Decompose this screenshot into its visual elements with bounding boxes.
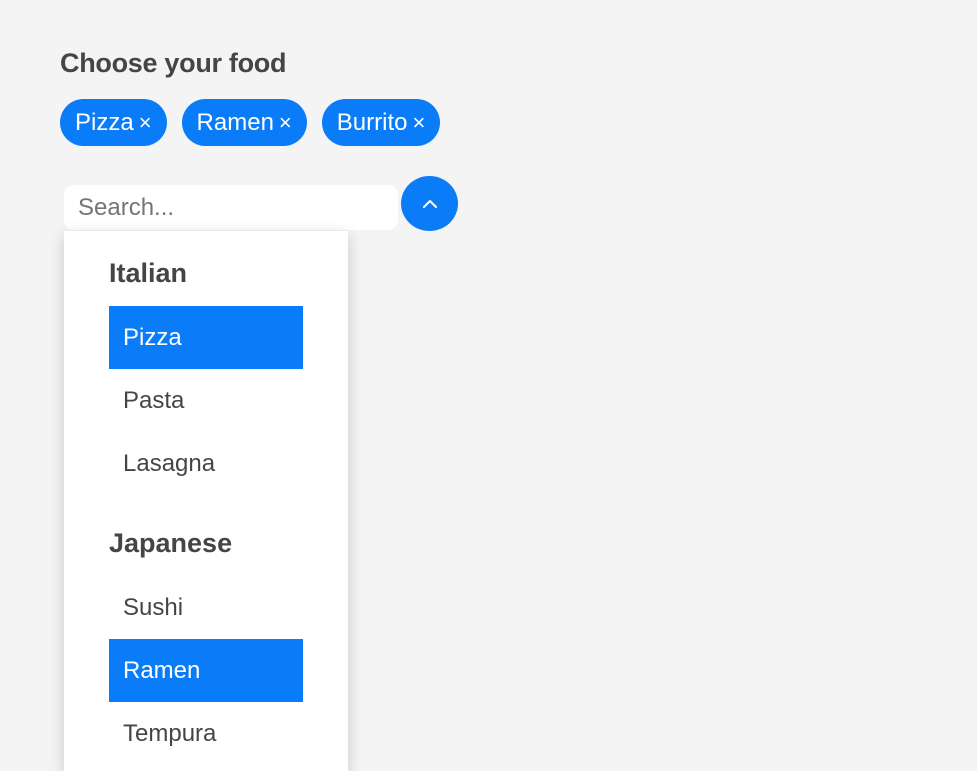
option-ramen[interactable]: Ramen [109, 639, 303, 702]
dropdown-menu: Italian Pizza Pasta Lasagna Japanese Sus… [64, 231, 348, 771]
group-title-japanese: Japanese [109, 528, 233, 558]
chevron-up-icon [422, 199, 437, 208]
chip-pizza: Pizza × [60, 99, 167, 146]
dropdown-toggle-button[interactable] [401, 176, 458, 231]
option-tempura[interactable]: Tempura [109, 702, 303, 765]
chip-burrito: Burrito × [321, 99, 441, 146]
selected-chips: Pizza × Ramen × Burrito × [60, 99, 441, 146]
chip-label: Burrito [336, 108, 408, 136]
search-box [64, 185, 398, 230]
page-title: Choose your food [60, 48, 287, 78]
chip-remove-icon[interactable]: × [279, 110, 292, 136]
chip-label: Ramen [196, 108, 274, 136]
chip-ramen: Ramen × [181, 99, 307, 146]
chip-remove-icon[interactable]: × [412, 110, 425, 136]
option-sushi[interactable]: Sushi [109, 576, 303, 639]
option-pasta[interactable]: Pasta [109, 369, 303, 432]
option-pizza[interactable]: Pizza [109, 306, 303, 369]
option-lasagna[interactable]: Lasagna [109, 432, 303, 495]
group-title-italian: Italian [109, 258, 188, 288]
chip-label: Pizza [75, 108, 134, 136]
food-picker: Choose your food Pizza × Ramen × Burrito… [0, 0, 977, 771]
search-input[interactable] [64, 185, 398, 230]
chip-remove-icon[interactable]: × [139, 110, 152, 136]
